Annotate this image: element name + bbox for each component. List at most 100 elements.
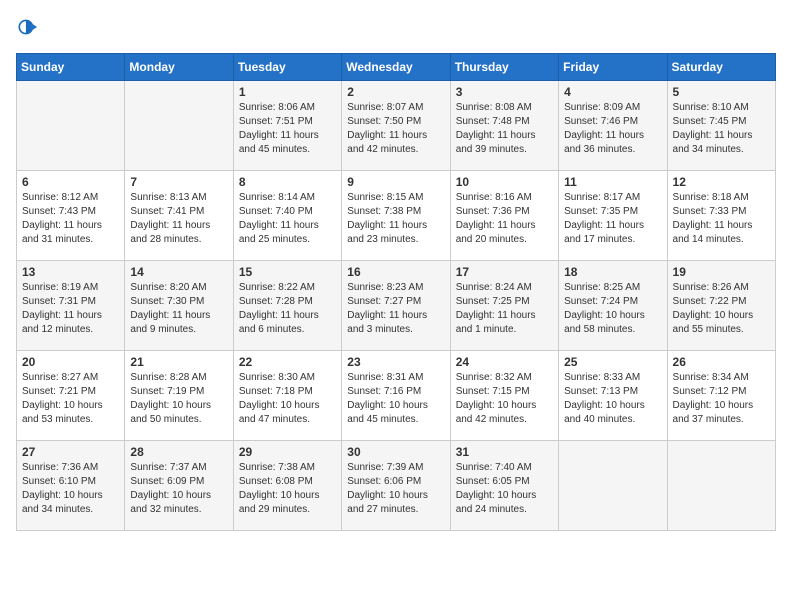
- calendar-cell: 3 Sunrise: 8:08 AM Sunset: 7:48 PM Daylig…: [450, 81, 558, 171]
- calendar-cell: 27 Sunrise: 7:36 AM Sunset: 6:10 PM Dayli…: [17, 441, 125, 531]
- calendar-cell: 17 Sunrise: 8:24 AM Sunset: 7:25 PM Dayli…: [450, 261, 558, 351]
- calendar-cell: 22 Sunrise: 8:30 AM Sunset: 7:18 PM Dayli…: [233, 351, 341, 441]
- day-number: 16: [347, 265, 444, 279]
- calendar-cell: 8 Sunrise: 8:14 AM Sunset: 7:40 PM Daylig…: [233, 171, 341, 261]
- day-header-tuesday: Tuesday: [233, 54, 341, 81]
- day-info: Sunrise: 8:19 AM Sunset: 7:31 PM Dayligh…: [22, 281, 119, 337]
- day-number: 27: [22, 445, 119, 459]
- day-number: 31: [456, 445, 553, 459]
- day-number: 13: [22, 265, 119, 279]
- calendar-week-2: 6 Sunrise: 8:12 AM Sunset: 7:43 PM Daylig…: [17, 171, 776, 261]
- day-header-saturday: Saturday: [667, 54, 775, 81]
- day-info: Sunrise: 8:22 AM Sunset: 7:28 PM Dayligh…: [239, 281, 336, 337]
- calendar-cell: [559, 441, 667, 531]
- day-info: Sunrise: 7:40 AM Sunset: 6:05 PM Dayligh…: [456, 461, 553, 517]
- calendar-cell: 19Sunrise: 8:26 AM Sunset: 7:22 PM Dayli…: [667, 261, 775, 351]
- day-number: 28: [130, 445, 227, 459]
- day-number: 14: [130, 265, 227, 279]
- page-header: [16, 16, 776, 43]
- day-info: Sunrise: 8:31 AM Sunset: 7:16 PM Dayligh…: [347, 371, 444, 427]
- day-number: 20: [22, 355, 119, 369]
- calendar-cell: [17, 81, 125, 171]
- day-info: Sunrise: 8:13 AM Sunset: 7:41 PM Dayligh…: [130, 191, 227, 247]
- day-number: 6: [22, 175, 119, 189]
- calendar-cell: 10 Sunrise: 8:16 AM Sunset: 7:36 PM Dayli…: [450, 171, 558, 261]
- day-info: Sunrise: 7:39 AM Sunset: 6:06 PM Dayligh…: [347, 461, 444, 517]
- day-number: 21: [130, 355, 227, 369]
- calendar-cell: 9Sunrise: 8:15 AM Sunset: 7:38 PM Daylig…: [342, 171, 450, 261]
- day-number: 29: [239, 445, 336, 459]
- calendar-cell: [125, 81, 233, 171]
- day-number: 7: [130, 175, 227, 189]
- calendar-week-5: 27 Sunrise: 7:36 AM Sunset: 6:10 PM Dayli…: [17, 441, 776, 531]
- day-number: 24: [456, 355, 553, 369]
- day-info: Sunrise: 8:28 AM Sunset: 7:19 PM Dayligh…: [130, 371, 227, 427]
- day-header-friday: Friday: [559, 54, 667, 81]
- calendar-cell: 21 Sunrise: 8:28 AM Sunset: 7:19 PM Dayli…: [125, 351, 233, 441]
- day-info: Sunrise: 8:16 AM Sunset: 7:36 PM Dayligh…: [456, 191, 553, 247]
- day-number: 8: [239, 175, 336, 189]
- calendar-cell: 28 Sunrise: 7:37 AM Sunset: 6:09 PM Dayli…: [125, 441, 233, 531]
- day-info: Sunrise: 8:30 AM Sunset: 7:18 PM Dayligh…: [239, 371, 336, 427]
- calendar-cell: 5Sunrise: 8:10 AM Sunset: 7:45 PM Daylig…: [667, 81, 775, 171]
- day-info: Sunrise: 8:14 AM Sunset: 7:40 PM Dayligh…: [239, 191, 336, 247]
- day-info: Sunrise: 8:07 AM Sunset: 7:50 PM Dayligh…: [347, 101, 444, 157]
- calendar-cell: 31 Sunrise: 7:40 AM Sunset: 6:05 PM Dayli…: [450, 441, 558, 531]
- calendar-week-4: 20 Sunrise: 8:27 AM Sunset: 7:21 PM Dayli…: [17, 351, 776, 441]
- day-info: Sunrise: 8:17 AM Sunset: 7:35 PM Dayligh…: [564, 191, 661, 247]
- day-info: Sunrise: 8:34 AM Sunset: 7:12 PM Dayligh…: [673, 371, 770, 427]
- day-info: Sunrise: 8:15 AM Sunset: 7:38 PM Dayligh…: [347, 191, 444, 247]
- day-number: 26: [673, 355, 770, 369]
- day-info: Sunrise: 8:06 AM Sunset: 7:51 PM Dayligh…: [239, 101, 336, 157]
- calendar-cell: 24 Sunrise: 8:32 AM Sunset: 7:15 PM Dayli…: [450, 351, 558, 441]
- day-info: Sunrise: 8:27 AM Sunset: 7:21 PM Dayligh…: [22, 371, 119, 427]
- day-number: 1: [239, 85, 336, 99]
- day-info: Sunrise: 8:12 AM Sunset: 7:43 PM Dayligh…: [22, 191, 119, 247]
- calendar-week-1: 1 Sunrise: 8:06 AM Sunset: 7:51 PM Daylig…: [17, 81, 776, 171]
- calendar-cell: 26 Sunrise: 8:34 AM Sunset: 7:12 PM Dayli…: [667, 351, 775, 441]
- calendar-cell: 12 Sunrise: 8:18 AM Sunset: 7:33 PM Dayli…: [667, 171, 775, 261]
- logo: [16, 16, 42, 43]
- calendar-cell: 29 Sunrise: 7:38 AM Sunset: 6:08 PM Dayli…: [233, 441, 341, 531]
- day-info: Sunrise: 8:10 AM Sunset: 7:45 PM Dayligh…: [673, 101, 770, 157]
- calendar-cell: 20 Sunrise: 8:27 AM Sunset: 7:21 PM Dayli…: [17, 351, 125, 441]
- day-number: 2: [347, 85, 444, 99]
- day-number: 10: [456, 175, 553, 189]
- calendar-cell: 14 Sunrise: 8:20 AM Sunset: 7:30 PM Dayli…: [125, 261, 233, 351]
- day-info: Sunrise: 8:08 AM Sunset: 7:48 PM Dayligh…: [456, 101, 553, 157]
- day-number: 3: [456, 85, 553, 99]
- calendar-cell: 23 Sunrise: 8:31 AM Sunset: 7:16 PM Dayli…: [342, 351, 450, 441]
- calendar-cell: [667, 441, 775, 531]
- calendar-cell: 6 Sunrise: 8:12 AM Sunset: 7:43 PM Daylig…: [17, 171, 125, 261]
- day-header-thursday: Thursday: [450, 54, 558, 81]
- logo-image: [16, 16, 38, 43]
- day-number: 12: [673, 175, 770, 189]
- calendar-table: SundayMondayTuesdayWednesdayThursdayFrid…: [16, 53, 776, 531]
- day-number: 30: [347, 445, 444, 459]
- calendar-cell: 2 Sunrise: 8:07 AM Sunset: 7:50 PM Daylig…: [342, 81, 450, 171]
- calendar-week-3: 13 Sunrise: 8:19 AM Sunset: 7:31 PM Dayli…: [17, 261, 776, 351]
- day-info: Sunrise: 8:20 AM Sunset: 7:30 PM Dayligh…: [130, 281, 227, 337]
- day-number: 17: [456, 265, 553, 279]
- day-info: Sunrise: 8:18 AM Sunset: 7:33 PM Dayligh…: [673, 191, 770, 247]
- calendar-cell: 11 Sunrise: 8:17 AM Sunset: 7:35 PM Dayli…: [559, 171, 667, 261]
- day-info: Sunrise: 8:09 AM Sunset: 7:46 PM Dayligh…: [564, 101, 661, 157]
- day-info: Sunrise: 8:23 AM Sunset: 7:27 PM Dayligh…: [347, 281, 444, 337]
- day-number: 15: [239, 265, 336, 279]
- calendar-cell: 25Sunrise: 8:33 AM Sunset: 7:13 PM Dayli…: [559, 351, 667, 441]
- day-header-wednesday: Wednesday: [342, 54, 450, 81]
- calendar-cell: 4Sunrise: 8:09 AM Sunset: 7:46 PM Daylig…: [559, 81, 667, 171]
- day-info: Sunrise: 7:37 AM Sunset: 6:09 PM Dayligh…: [130, 461, 227, 517]
- day-info: Sunrise: 7:38 AM Sunset: 6:08 PM Dayligh…: [239, 461, 336, 517]
- day-header-monday: Monday: [125, 54, 233, 81]
- day-number: 22: [239, 355, 336, 369]
- day-number: 19: [673, 265, 770, 279]
- day-info: Sunrise: 8:24 AM Sunset: 7:25 PM Dayligh…: [456, 281, 553, 337]
- day-info: Sunrise: 7:36 AM Sunset: 6:10 PM Dayligh…: [22, 461, 119, 517]
- day-info: Sunrise: 8:25 AM Sunset: 7:24 PM Dayligh…: [564, 281, 661, 337]
- day-number: 11: [564, 175, 661, 189]
- calendar-cell: 1 Sunrise: 8:06 AM Sunset: 7:51 PM Daylig…: [233, 81, 341, 171]
- calendar-cell: 16 Sunrise: 8:23 AM Sunset: 7:27 PM Dayli…: [342, 261, 450, 351]
- day-number: 23: [347, 355, 444, 369]
- day-info: Sunrise: 8:32 AM Sunset: 7:15 PM Dayligh…: [456, 371, 553, 427]
